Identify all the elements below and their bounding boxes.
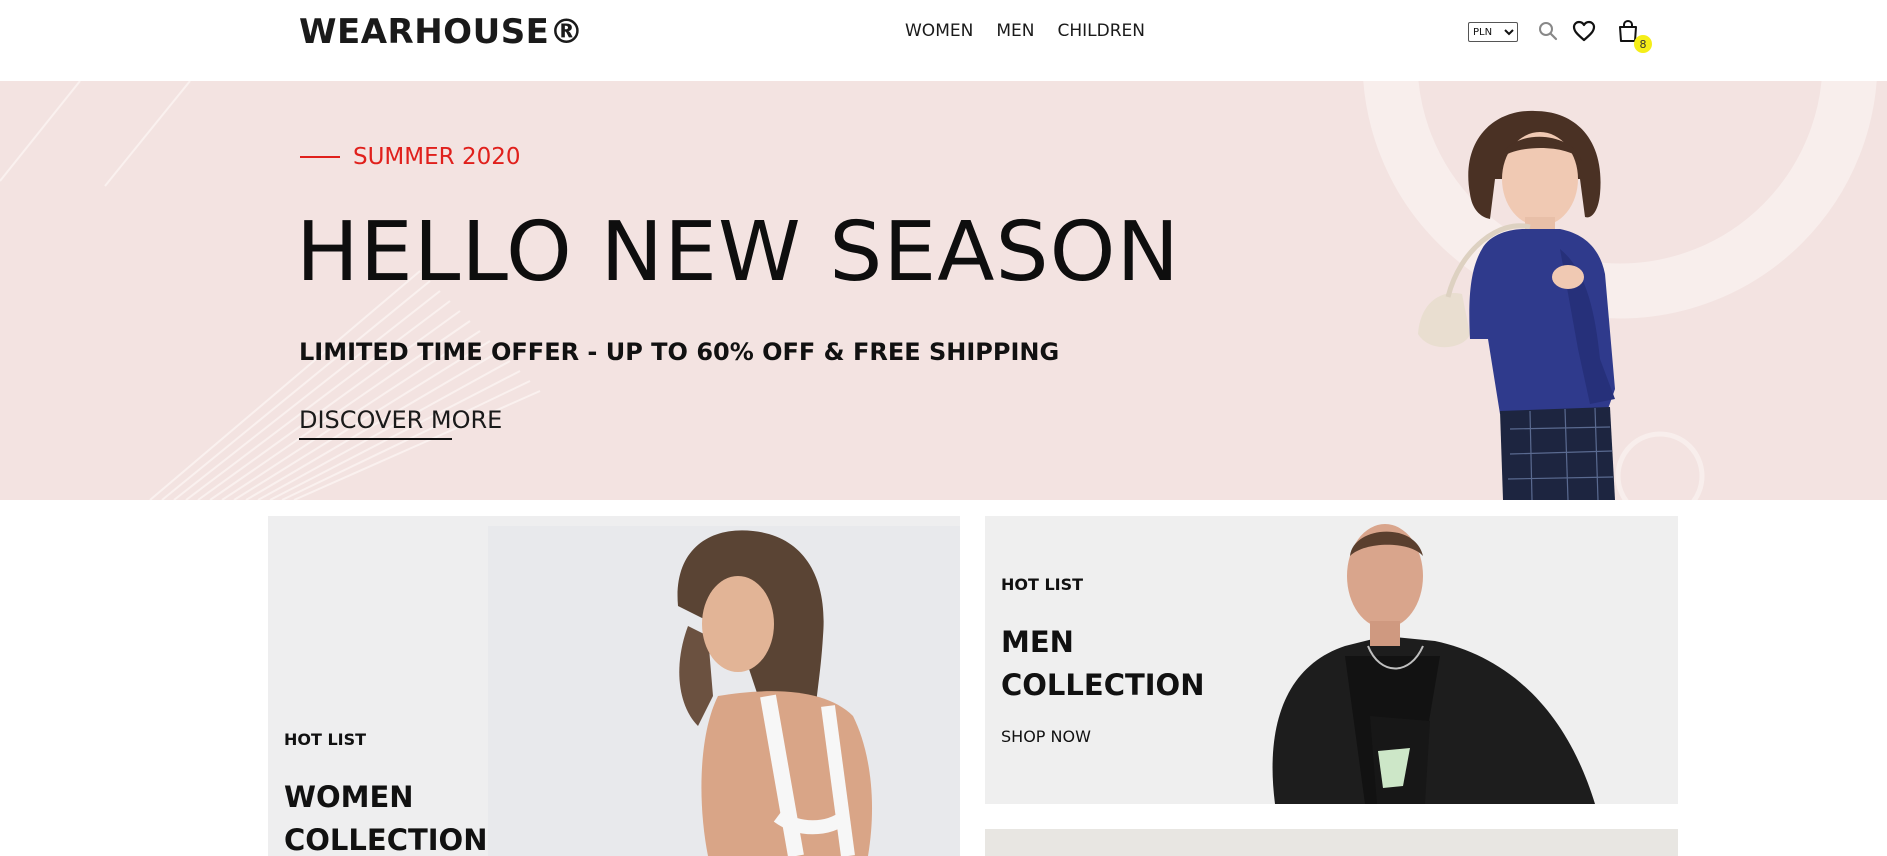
hero-kicker-text: SUMMER 2020 bbox=[353, 144, 521, 170]
site-logo[interactable]: WEARHOUSE® bbox=[299, 12, 584, 52]
men-hot-list-label: HOT LIST bbox=[1001, 575, 1084, 594]
women-collection-title-line2: COLLECTION bbox=[284, 823, 488, 856]
cart-count-badge: 8 bbox=[1634, 35, 1652, 53]
currency-select[interactable]: PLN bbox=[1468, 22, 1518, 42]
men-collection-title-line2: COLLECTION bbox=[1001, 668, 1205, 702]
men-shop-now-link[interactable]: SHOP NOW bbox=[1001, 727, 1091, 746]
nav-link-women[interactable]: WOMEN bbox=[905, 21, 973, 41]
search-icon[interactable] bbox=[1535, 18, 1561, 44]
nav-link-men[interactable]: MEN bbox=[996, 21, 1034, 41]
hero-title: HELLO NEW SEASON bbox=[296, 205, 1181, 300]
hero-model-image bbox=[1418, 110, 1615, 500]
men-collection-title-line1: MEN bbox=[1001, 625, 1074, 659]
discover-underline bbox=[299, 438, 452, 440]
kicker-line bbox=[300, 156, 340, 158]
women-hot-list-label: HOT LIST bbox=[284, 730, 367, 749]
men-collection-card[interactable]: HOT LIST MEN COLLECTION SHOP NOW bbox=[985, 516, 1678, 804]
discover-more-link[interactable]: DISCOVER MORE bbox=[299, 406, 502, 434]
heart-icon[interactable] bbox=[1571, 18, 1597, 44]
women-collection-card[interactable]: HOT LIST WOMEN COLLECTION bbox=[268, 516, 960, 856]
women-collection-title-line1: WOMEN bbox=[284, 780, 414, 814]
main-nav: WOMEN MEN CHILDREN bbox=[905, 21, 1145, 41]
hero-kicker: SUMMER 2020 bbox=[300, 144, 520, 170]
hero-subtitle: LIMITED TIME OFFER - UP TO 60% OFF & FRE… bbox=[299, 338, 1060, 366]
hero-banner: SUMMER 2020 HELLO NEW SEASON LIMITED TIM… bbox=[0, 81, 1887, 500]
men-model-image bbox=[1272, 524, 1595, 804]
next-collection-card[interactable] bbox=[985, 829, 1678, 856]
site-header: WEARHOUSE® WOMEN MEN CHILDREN PLN 8 bbox=[0, 0, 1887, 81]
nav-link-children[interactable]: CHILDREN bbox=[1057, 21, 1145, 41]
